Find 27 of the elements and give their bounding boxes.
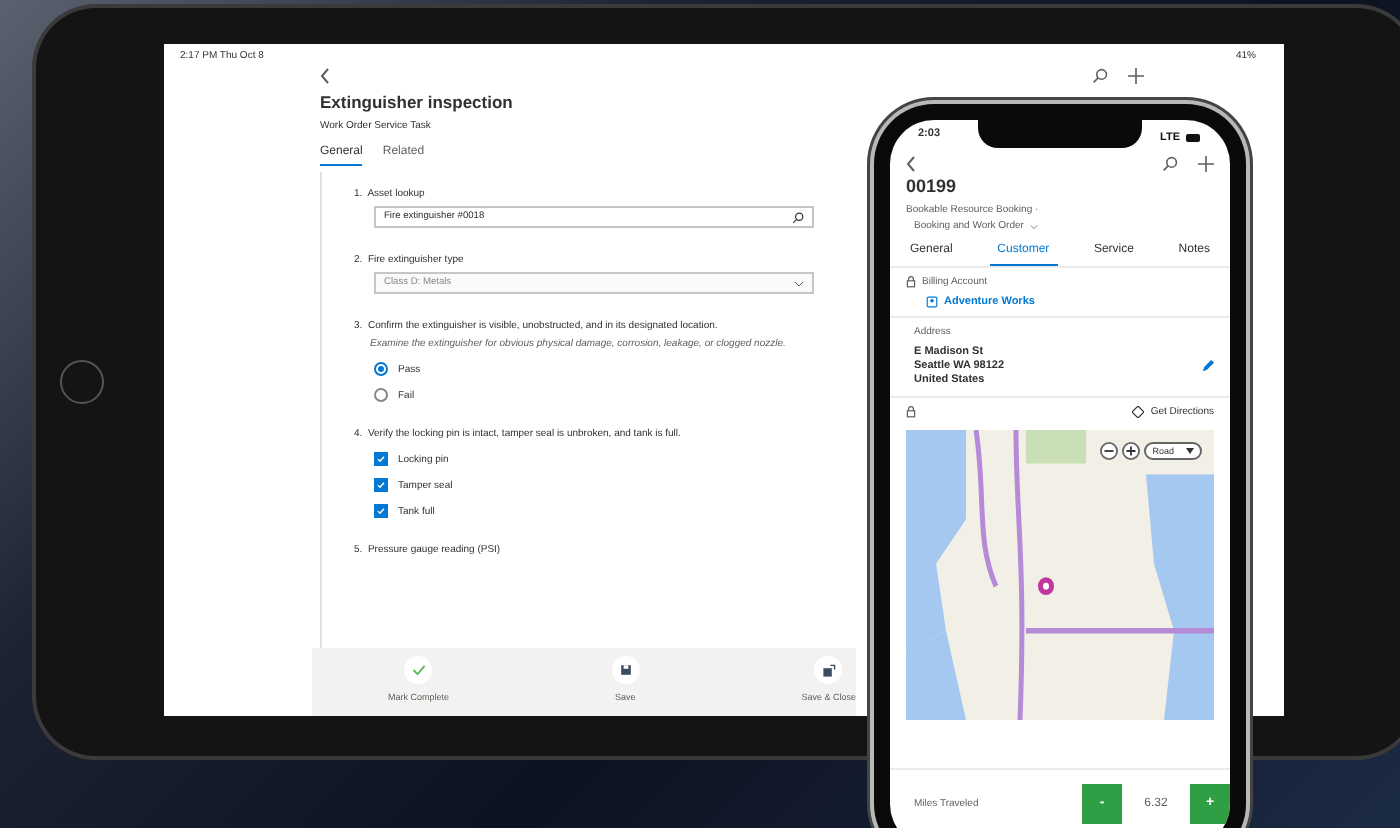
battery-icon xyxy=(1186,134,1202,142)
search-icon xyxy=(792,211,804,223)
dropdown-arrow-icon xyxy=(1186,448,1194,454)
radio-button[interactable] xyxy=(374,388,388,402)
record-title: 00199 xyxy=(904,174,959,196)
checkbox[interactable] xyxy=(374,452,388,466)
search-icon[interactable] xyxy=(1162,156,1178,172)
pencil-icon[interactable] xyxy=(1200,360,1214,374)
back-icon[interactable] xyxy=(906,156,916,172)
chevron-down-icon xyxy=(794,279,804,287)
radio-button[interactable] xyxy=(374,362,388,376)
add-icon[interactable] xyxy=(1128,68,1144,84)
lock-icon xyxy=(906,406,916,418)
checkbox[interactable] xyxy=(374,504,388,518)
back-icon[interactable] xyxy=(320,68,330,84)
search-icon[interactable] xyxy=(1092,68,1108,84)
chevron-down-icon xyxy=(1029,223,1038,229)
add-icon[interactable] xyxy=(1198,156,1214,172)
save-close-icon xyxy=(821,663,836,677)
account-icon xyxy=(926,296,938,308)
checkmark-icon xyxy=(411,664,426,676)
save-icon xyxy=(619,664,632,676)
home-button[interactable] xyxy=(60,360,104,404)
checkbox[interactable] xyxy=(374,478,388,492)
lock-icon xyxy=(906,276,916,288)
form-title: Extinguisher inspection xyxy=(320,92,513,112)
directions-icon xyxy=(1132,406,1145,418)
